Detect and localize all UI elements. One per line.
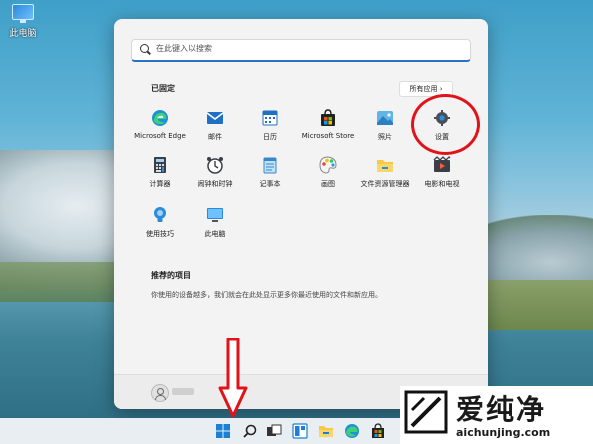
- store-icon[interactable]: [370, 423, 386, 439]
- notepad-icon: [261, 156, 279, 174]
- desktop-icon-label: 此电脑: [9, 29, 37, 39]
- recommended-title: 推荐的项目: [151, 271, 191, 280]
- watermark: 爱纯净 aichunjing.com: [400, 386, 593, 444]
- tips-icon: [151, 206, 169, 224]
- pinned-app-store[interactable]: Microsoft Store: [298, 109, 358, 140]
- pinned-app-calculator[interactable]: 计算器: [130, 156, 190, 189]
- file-explorer-icon: [376, 156, 394, 174]
- pinned-app-label: 使用技巧: [146, 230, 174, 238]
- chevron-right-icon: ›: [439, 85, 443, 93]
- this-pc-icon: [206, 206, 224, 224]
- pinned-app-label: Microsoft Edge: [134, 132, 186, 140]
- edge-icon: [151, 109, 169, 127]
- pinned-app-calendar[interactable]: 日历: [240, 109, 300, 142]
- recommended-text: 你使用的设备越多，我们就会在此处显示更多你最近使用的文件和新应用。: [151, 291, 382, 299]
- edge-icon[interactable]: [344, 423, 360, 439]
- pinned-app-label: 记事本: [259, 180, 281, 188]
- monitor-icon: [12, 4, 34, 23]
- pinned-app-tips[interactable]: 使用技巧: [130, 206, 190, 239]
- pinned-app-alarm-clock[interactable]: 闹钟和时钟: [185, 156, 245, 189]
- annotation-arrow-down-icon: [218, 338, 248, 418]
- movies-tv-icon: [433, 156, 451, 174]
- search-icon[interactable]: [242, 423, 258, 439]
- annotation-circle: [411, 94, 480, 155]
- pinned-app-label: 电影和电视: [424, 180, 460, 188]
- wallpaper-shore-left: [0, 262, 130, 302]
- user-avatar-icon[interactable]: [151, 384, 169, 402]
- search-icon: [140, 44, 149, 53]
- wallpaper-shore-right: [473, 280, 593, 330]
- pinned-app-file-explorer[interactable]: 文件资源管理器: [355, 156, 415, 189]
- pinned-app-label: 邮件: [208, 133, 222, 141]
- pinned-app-label: 此电脑: [204, 230, 226, 238]
- pinned-app-this-pc[interactable]: 此电脑: [185, 206, 245, 239]
- calendar-icon: [261, 109, 279, 127]
- pinned-app-notepad[interactable]: 记事本: [240, 156, 300, 189]
- pinned-app-label: 画图: [321, 180, 335, 188]
- pinned-app-label: 计算器: [149, 180, 171, 188]
- mail-icon: [206, 109, 224, 127]
- pinned-app-label: 日历: [263, 133, 277, 141]
- all-apps-label: 所有应用: [409, 85, 438, 93]
- start-menu: 在此键入以搜索 已固定 所有应用 › Microsoft Edge 邮件 日历 …: [114, 19, 488, 409]
- watermark-brand: 爱纯净: [456, 393, 547, 426]
- widgets-icon[interactable]: [292, 423, 308, 439]
- start-icon[interactable]: [215, 423, 231, 439]
- pinned-title: 已固定: [151, 84, 175, 93]
- pinned-app-label: 闹钟和时钟: [197, 180, 233, 188]
- watermark-url: aichunjing.com: [456, 426, 551, 439]
- search-input[interactable]: 在此键入以搜索: [131, 39, 471, 62]
- photos-icon: [376, 109, 394, 127]
- watermark-logo-icon: [404, 390, 448, 434]
- pinned-app-mail[interactable]: 邮件: [185, 109, 245, 142]
- file-explorer-icon[interactable]: [318, 423, 334, 439]
- store-icon: [319, 109, 337, 127]
- alarm-clock-icon: [206, 156, 224, 174]
- desktop-icon-this-pc[interactable]: 此电脑: [6, 2, 40, 39]
- pinned-app-photos[interactable]: 照片: [355, 109, 415, 142]
- paint-icon: [319, 156, 337, 174]
- pinned-app-movies-tv[interactable]: 电影和电视: [412, 156, 472, 189]
- pinned-app-label: 文件资源管理器: [360, 180, 410, 188]
- search-placeholder: 在此键入以搜索: [156, 44, 212, 53]
- pinned-app-paint[interactable]: 画图: [298, 156, 358, 189]
- pinned-app-label: 照片: [378, 133, 392, 141]
- task-view-icon[interactable]: [266, 423, 282, 439]
- calculator-icon: [151, 156, 169, 174]
- pinned-app-edge[interactable]: Microsoft Edge: [130, 109, 190, 140]
- user-name-redacted[interactable]: [172, 388, 194, 395]
- pinned-app-label: Microsoft Store: [301, 132, 355, 140]
